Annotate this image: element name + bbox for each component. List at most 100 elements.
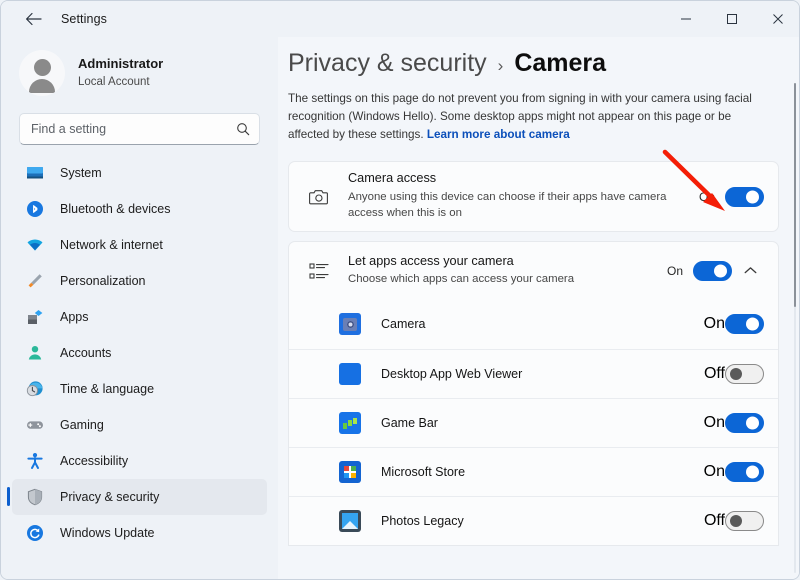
microsoft-store-icon bbox=[339, 460, 361, 483]
let-apps-title: Let apps access your camera bbox=[348, 253, 514, 268]
window-title: Settings bbox=[61, 12, 107, 26]
page-title: Camera bbox=[514, 49, 607, 77]
clock-globe-icon bbox=[24, 378, 46, 400]
sidebar-item-time-language[interactable]: Time & language bbox=[12, 371, 267, 407]
app-state-label: On bbox=[703, 315, 725, 333]
minimize-icon bbox=[680, 13, 692, 25]
accessibility-person-icon bbox=[24, 450, 46, 472]
search-box[interactable] bbox=[19, 113, 260, 145]
avatar-body-shape bbox=[29, 79, 55, 93]
app-permission-toggle[interactable] bbox=[725, 363, 764, 384]
content-scrollbar[interactable] bbox=[792, 83, 798, 573]
search-icon[interactable] bbox=[230, 122, 256, 136]
account-type: Local Account bbox=[78, 75, 150, 88]
toggle-knob bbox=[746, 416, 759, 430]
avatar-head-shape bbox=[33, 59, 51, 76]
sidebar-item-network-internet[interactable]: Network & internet bbox=[12, 227, 267, 263]
camera-access-toggle[interactable] bbox=[725, 186, 764, 207]
app-permission-list-card: Camera On Desktop App Web Viewer Off Game Ba… bbox=[288, 299, 779, 546]
camera-access-row[interactable]: Camera access Anyone using this device c… bbox=[289, 162, 778, 230]
app-name: Game Bar bbox=[381, 415, 438, 430]
sidebar-item-accounts[interactable]: Accounts bbox=[12, 335, 267, 371]
paintbrush-icon bbox=[24, 270, 46, 292]
app-permission-list: Camera On Desktop App Web Viewer Off Game Ba… bbox=[289, 300, 778, 545]
learn-more-link[interactable]: Learn more about camera bbox=[427, 128, 570, 141]
sidebar-item-apps[interactable]: Apps bbox=[12, 299, 267, 335]
app-permission-row[interactable]: Microsoft Store On bbox=[289, 446, 778, 496]
account-name: Administrator bbox=[78, 56, 164, 72]
sidebar-item-label: Accessibility bbox=[60, 454, 129, 468]
sidebar-nav: System Bluetooth & devices Network & inter… bbox=[1, 155, 278, 551]
sidebar-item-system[interactable]: System bbox=[12, 155, 267, 191]
app-name: Microsoft Store bbox=[381, 464, 466, 479]
toggle-knob bbox=[746, 317, 759, 331]
back-button[interactable] bbox=[19, 6, 47, 32]
toggle-knob bbox=[714, 264, 727, 278]
sidebar-item-windows-update[interactable]: Windows Update bbox=[12, 515, 267, 551]
account-person-icon bbox=[24, 342, 46, 364]
camera-access-card: Camera access Anyone using this device c… bbox=[288, 161, 779, 232]
account-block[interactable]: Administrator Local Account bbox=[1, 37, 278, 99]
breadcrumb-separator-icon: › bbox=[497, 56, 504, 75]
avatar bbox=[19, 50, 65, 96]
let-apps-state-label: On bbox=[666, 263, 683, 278]
app-permission-row[interactable]: Camera On bbox=[289, 300, 778, 349]
window-controls bbox=[663, 1, 799, 37]
toggle-knob bbox=[730, 514, 742, 527]
app-permission-toggle[interactable] bbox=[725, 461, 764, 482]
content-area: Privacy & security › Camera The settings… bbox=[278, 37, 799, 579]
game-bar-icon bbox=[339, 411, 361, 434]
sidebar-item-privacy-security[interactable]: Privacy & security bbox=[7, 479, 267, 515]
wifi-icon bbox=[24, 234, 46, 256]
title-bar: Settings bbox=[1, 1, 799, 37]
sidebar-item-label: System bbox=[60, 166, 102, 180]
app-state-label: Off bbox=[703, 364, 725, 382]
app-state-label: Off bbox=[703, 511, 725, 529]
maximize-icon bbox=[726, 13, 738, 25]
let-apps-card: Let apps access your camera Choose which… bbox=[288, 240, 779, 300]
let-apps-toggle[interactable] bbox=[693, 260, 732, 281]
camera-access-title: Camera access bbox=[348, 171, 437, 186]
sidebar-item-label: Network & internet bbox=[60, 238, 163, 252]
camera-icon bbox=[307, 188, 331, 206]
sidebar-item-bluetooth-devices[interactable]: Bluetooth & devices bbox=[12, 191, 267, 227]
toggle-knob bbox=[746, 465, 759, 479]
breadcrumb: Privacy & security › Camera bbox=[288, 49, 799, 78]
sidebar-item-label: Windows Update bbox=[60, 526, 155, 540]
close-button[interactable] bbox=[755, 1, 799, 37]
sidebar-item-accessibility[interactable]: Accessibility bbox=[12, 443, 267, 479]
sidebar-item-label: Gaming bbox=[60, 418, 104, 432]
app-permission-row[interactable]: Photos Legacy Off bbox=[289, 495, 778, 545]
sidebar-item-label: Apps bbox=[60, 310, 89, 324]
app-name: Photos Legacy bbox=[381, 513, 464, 528]
maximize-button[interactable] bbox=[709, 1, 755, 37]
expand-collapse-button[interactable] bbox=[736, 262, 764, 280]
sidebar-item-gaming[interactable]: Gaming bbox=[12, 407, 267, 443]
sidebar-item-label: Accounts bbox=[60, 346, 112, 360]
scrollbar-thumb[interactable] bbox=[794, 83, 796, 307]
app-permission-toggle[interactable] bbox=[725, 412, 764, 433]
app-permission-row[interactable]: Game Bar On bbox=[289, 397, 778, 447]
app-permission-toggle[interactable] bbox=[725, 510, 764, 531]
sidebar-item-personalization[interactable]: Personalization bbox=[12, 263, 267, 299]
app-permission-row[interactable]: Desktop App Web Viewer Off bbox=[289, 348, 778, 398]
sidebar: Administrator Local Account System Blueto… bbox=[1, 37, 278, 579]
app-name: Camera bbox=[381, 317, 426, 332]
camera-access-state-label: On bbox=[698, 189, 715, 204]
search-input[interactable] bbox=[20, 122, 230, 136]
chevron-up-icon bbox=[744, 262, 757, 280]
camera-access-subtitle: Anyone using this device can choose if t… bbox=[348, 191, 667, 220]
sidebar-item-label: Privacy & security bbox=[60, 490, 160, 504]
minimize-button[interactable] bbox=[663, 1, 709, 37]
sidebar-item-label: Bluetooth & devices bbox=[60, 202, 171, 216]
breadcrumb-parent[interactable]: Privacy & security bbox=[288, 49, 487, 78]
app-permission-toggle[interactable] bbox=[725, 314, 764, 335]
let-apps-subtitle: Choose which apps can access your camera bbox=[348, 273, 575, 286]
update-refresh-icon bbox=[24, 522, 46, 544]
app-state-label: On bbox=[703, 413, 725, 431]
back-arrow-icon bbox=[25, 12, 42, 26]
let-apps-row[interactable]: Let apps access your camera Choose which… bbox=[289, 242, 778, 300]
desktop-web-viewer-icon bbox=[339, 362, 361, 385]
apps-icon bbox=[24, 306, 46, 328]
photos-legacy-icon bbox=[339, 509, 361, 532]
